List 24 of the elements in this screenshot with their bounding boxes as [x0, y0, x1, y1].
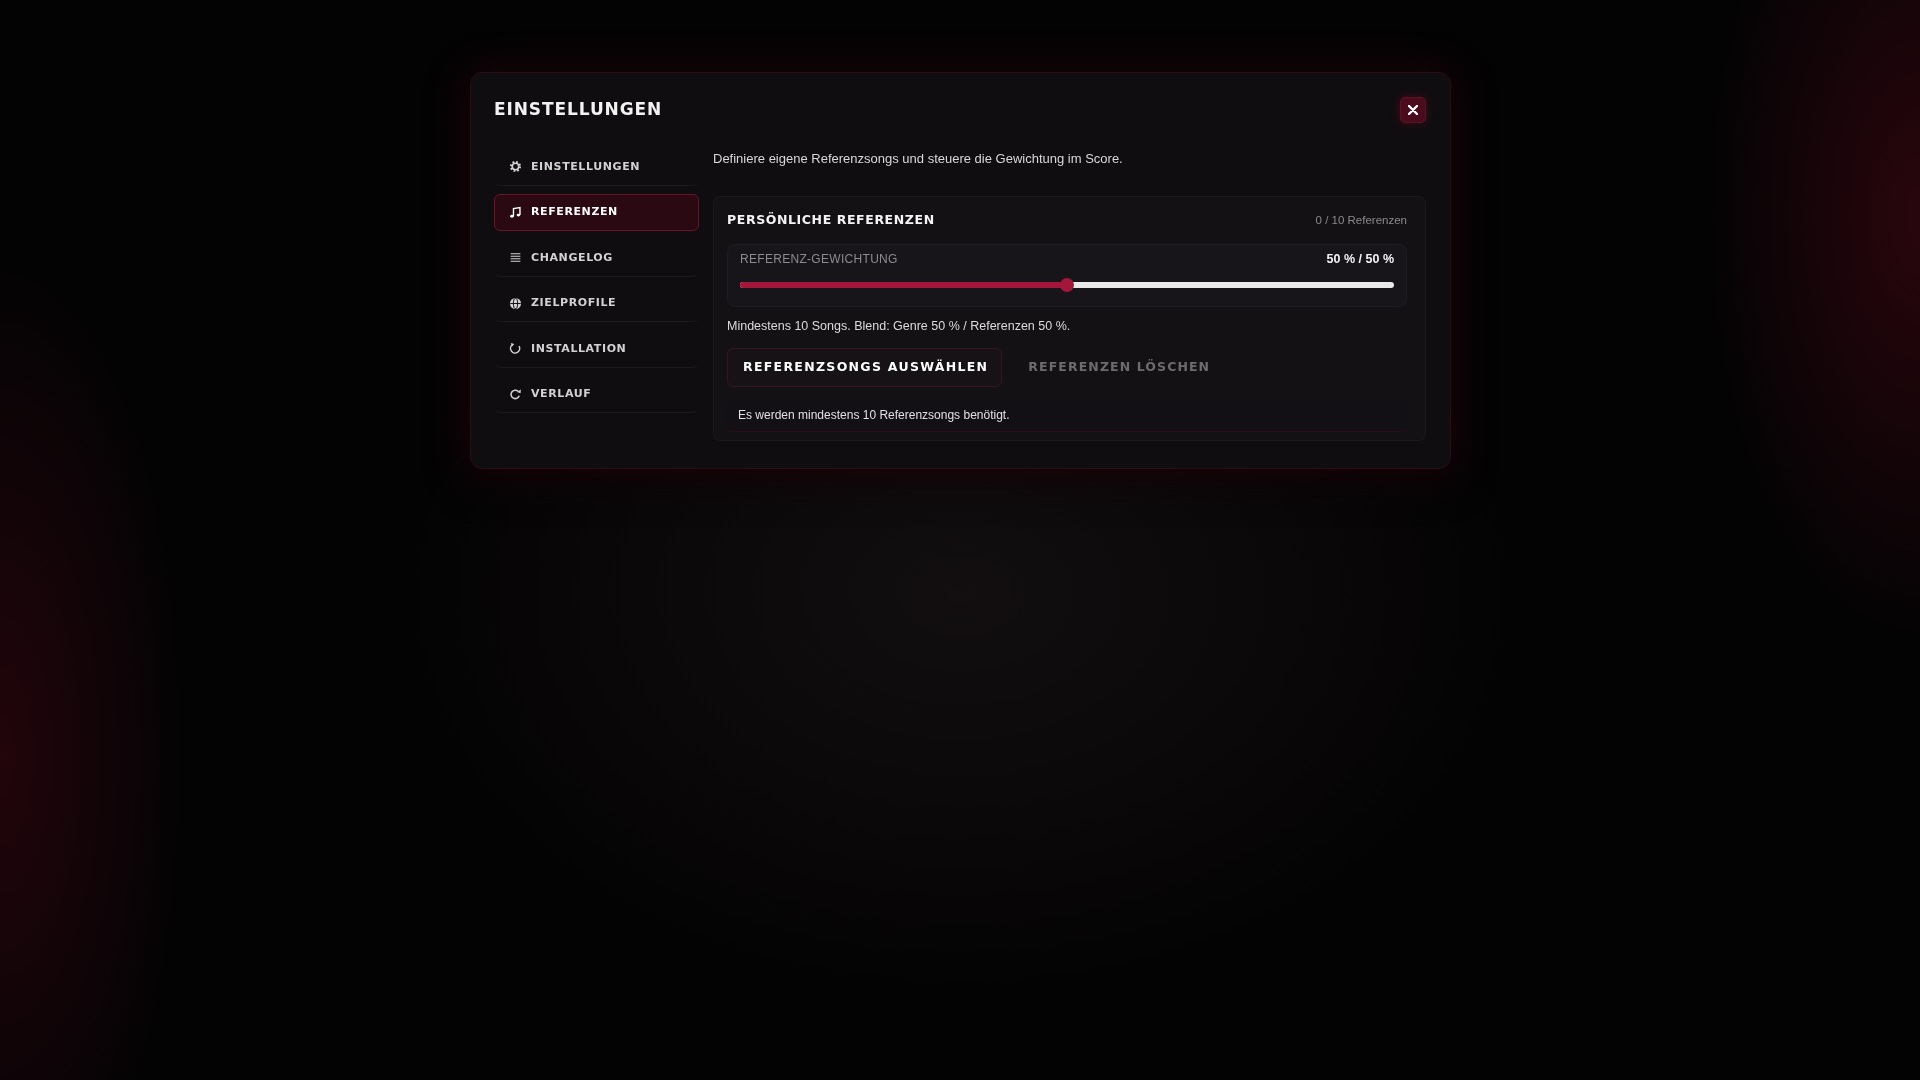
select-songs-button[interactable]: REFERENZSONGS AUSWÄHLEN	[727, 348, 1003, 387]
sidebar-nav-item[interactable]: EINSTELLUNGEN	[494, 148, 699, 186]
close-icon	[1408, 105, 1418, 115]
close-button[interactable]	[1400, 97, 1426, 123]
sidebar-nav-item[interactable]: VERLAUF	[494, 375, 699, 413]
reference-count: 0 / 10 Referenzen	[1315, 213, 1407, 228]
slider-track[interactable]	[740, 278, 1394, 292]
slider-reading: 50 % / 50 %	[1326, 251, 1394, 267]
modal-title: EINSTELLUNGEN	[494, 98, 663, 121]
globe-icon	[509, 296, 522, 310]
refresh-icon	[509, 342, 522, 356]
sidebar-nav-item[interactable]: ZIELPROFILE	[494, 284, 699, 322]
slider-thumb[interactable]	[1060, 278, 1074, 292]
settings-icon	[509, 160, 522, 174]
sidebar-nav-item[interactable]: REFERENZEN	[494, 193, 699, 231]
description-text: Definiere eigene Referenzsongs und steuere die Gewichtung im Score.	[713, 150, 1123, 168]
circular-arrow-icon	[509, 387, 522, 401]
music-note-icon	[509, 205, 522, 219]
blend-hint-text: Mindestens 10 Songs. Blend: Genre 50 % / Referenzen 50 %.	[727, 318, 1071, 335]
slider-label: REFERENZ-GEWICHTUNG	[740, 251, 898, 267]
list-icon	[509, 251, 522, 265]
sidebar-nav-item[interactable]: INSTALLATION	[494, 330, 699, 368]
card-title: PERSÖNLICHE REFERENZEN	[727, 211, 935, 229]
sidebar-nav-item[interactable]: CHANGELOG	[494, 239, 699, 277]
